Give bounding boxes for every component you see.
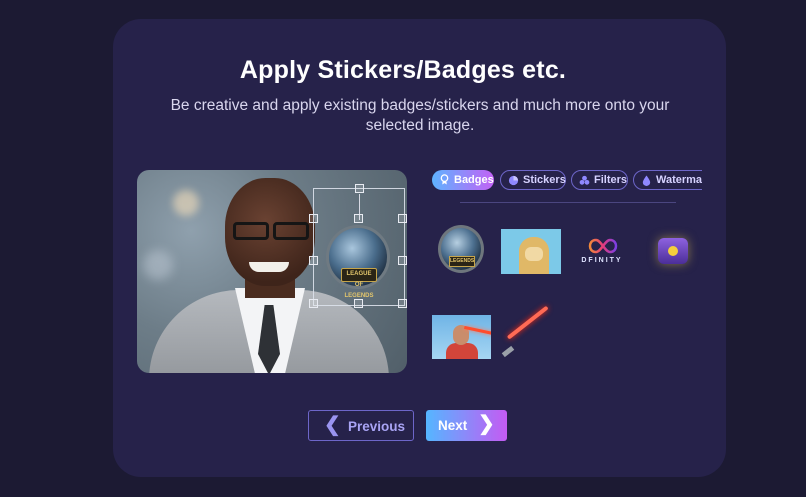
sticker-lightsaber[interactable] xyxy=(498,305,558,360)
tab-watermark[interactable]: Watermark xyxy=(633,170,702,190)
person-shirt xyxy=(446,343,478,359)
saber-hilt xyxy=(501,345,515,358)
tab-filters[interactable]: Filters xyxy=(571,170,628,190)
placed-sticker-label: LEAGUE OF LEGENDS xyxy=(341,268,377,299)
sticker-ape-nft[interactable] xyxy=(501,229,561,274)
resize-handle-bottom-left[interactable] xyxy=(309,299,318,308)
chest-gem xyxy=(668,246,678,256)
resize-handle-right[interactable] xyxy=(398,256,407,265)
sticker-icon xyxy=(508,175,519,186)
resize-handle-top-left[interactable] xyxy=(309,214,318,223)
tab-label: Watermark xyxy=(656,174,702,186)
sticker-league-of-legends[interactable]: LEGENDS xyxy=(438,225,484,273)
sticker-category-tabs: Badges Stickers Filters Watermark xyxy=(430,168,702,192)
tab-label: Stickers xyxy=(523,174,566,186)
resize-handle-bottom-right[interactable] xyxy=(398,299,407,308)
tab-stickers[interactable]: Stickers xyxy=(500,170,566,190)
tab-badges[interactable]: Badges xyxy=(432,170,494,190)
tab-label: Badges xyxy=(454,174,494,186)
sticker-dfinity[interactable]: DFINITY xyxy=(576,238,628,268)
next-button-label: Next xyxy=(438,418,468,433)
page-subtitle: Be creative and apply existing badges/st… xyxy=(170,97,670,134)
background-bokeh xyxy=(143,250,173,280)
chevron-left-icon: ❮ xyxy=(324,414,341,436)
previous-button[interactable]: ❮ Previous xyxy=(308,410,414,441)
tabs-divider xyxy=(460,202,676,203)
placed-sticker[interactable]: LEAGUE OF LEGENDS xyxy=(326,225,390,299)
previous-button-label: Previous xyxy=(348,419,406,434)
resize-handle-bottom[interactable] xyxy=(354,299,363,308)
infinity-icon xyxy=(588,238,618,254)
resize-handle-top-right[interactable] xyxy=(398,214,407,223)
chevron-right-icon: ❯ xyxy=(478,413,495,435)
background-bokeh xyxy=(173,190,199,216)
resize-handle-left[interactable] xyxy=(309,256,318,265)
sticker-laser-eyes-person[interactable] xyxy=(432,315,491,359)
tab-label: Filters xyxy=(594,174,628,186)
sticker-treasure-chest[interactable] xyxy=(652,232,696,272)
next-button[interactable]: Next ❯ xyxy=(426,410,507,441)
resize-handle-top[interactable] xyxy=(354,214,363,223)
badge-icon xyxy=(440,174,449,185)
filters-icon xyxy=(579,175,590,185)
sticker-label: DFINITY xyxy=(581,257,623,264)
watermark-icon xyxy=(642,175,651,186)
portrait-smile xyxy=(249,262,289,272)
sticker-label: LEGENDS xyxy=(449,256,475,267)
ape-face xyxy=(525,247,543,261)
rotate-handle[interactable] xyxy=(355,184,364,193)
portrait-glasses xyxy=(225,222,317,242)
page-title: Apply Stickers/Badges etc. xyxy=(239,56,567,84)
